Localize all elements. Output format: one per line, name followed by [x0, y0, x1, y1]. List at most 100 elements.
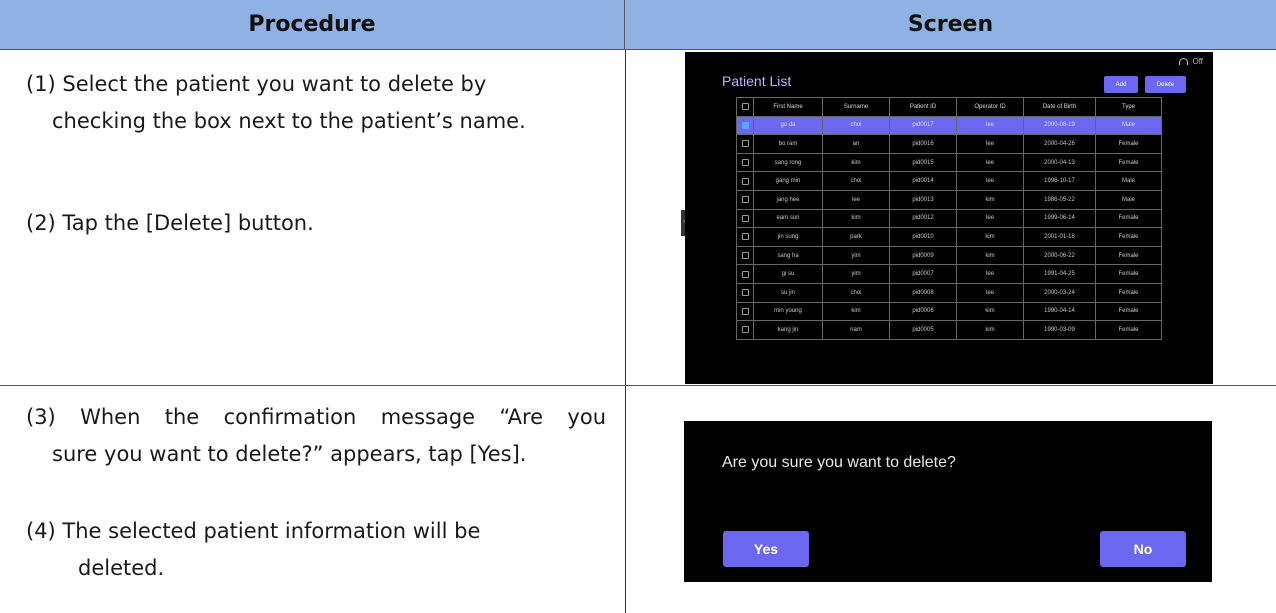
date-of-birth-cell: 1986-05-22: [1023, 189, 1096, 210]
first-name-cell: go da: [753, 115, 823, 136]
surname-cell: park: [822, 227, 890, 247]
row-checkbox[interactable]: [736, 171, 754, 191]
operator-id-cell: lee: [956, 115, 1024, 136]
operator-id-cell: lee: [956, 282, 1024, 303]
patient-id-cell: pid0006: [889, 301, 957, 322]
date-of-birth-cell: 1991-04-25: [1023, 264, 1096, 284]
first-name-cell: sang rong: [753, 152, 823, 173]
patient-id-cell: pid0014: [889, 171, 957, 191]
column-header: Date of Birth: [1023, 97, 1096, 117]
row-checkbox[interactable]: [736, 282, 754, 303]
type-cell: Female: [1095, 245, 1162, 266]
patient-id-cell: pid0005: [889, 320, 957, 340]
date-of-birth-cell: 2000-03-24: [1023, 282, 1096, 303]
patient-id-cell: pid0013: [889, 189, 957, 210]
operator-id-cell: kim: [956, 320, 1024, 340]
table-row[interactable]: bo ram an pid0016 lee 2000-04-26 Female: [736, 134, 1162, 154]
patient-id-cell: pid0007: [889, 264, 957, 284]
wifi-icon: [1179, 58, 1189, 65]
procedure-header: Procedure: [0, 0, 625, 50]
operator-id-cell: lee: [956, 264, 1024, 284]
surname-cell: lee: [822, 189, 890, 210]
column-divider: [625, 50, 626, 613]
surname-cell: nam: [822, 320, 890, 340]
patient-id-cell: pid0017: [889, 115, 957, 136]
table-row[interactable]: sang ha yim pid0009 kim 2000-06-22 Female: [736, 245, 1162, 266]
table-row[interactable]: kang jin nam pid0005 kim 1990-03-09 Female: [736, 320, 1162, 340]
surname-cell: yim: [822, 245, 890, 266]
table-row[interactable]: jin sung park pid0010 kim 2001-01-18 Female: [736, 227, 1162, 247]
surname-cell: an: [822, 134, 890, 154]
step-1-line-1: (1) Select the patient you want to delet…: [26, 72, 487, 96]
patient-id-cell: pid0015: [889, 152, 957, 173]
table-row[interactable]: go da choi pid0017 lee 2000-08-19 Male: [736, 115, 1162, 136]
type-cell: Female: [1095, 134, 1162, 154]
step-1-line-2: checking the box next to the patient’s n…: [52, 109, 526, 133]
date-of-birth-cell: 1990-03-09: [1023, 320, 1096, 340]
row-checkbox[interactable]: [736, 134, 754, 154]
surname-cell: yim: [822, 264, 890, 284]
date-of-birth-cell: 2001-01-18: [1023, 227, 1096, 247]
date-of-birth-cell: 2000-06-22: [1023, 245, 1096, 266]
add-button[interactable]: Add: [1104, 76, 1138, 93]
select-all-checkbox[interactable]: [736, 97, 754, 117]
column-header: First Name: [753, 97, 823, 117]
checkbox-icon: [741, 196, 749, 204]
row-checkbox[interactable]: [736, 227, 754, 247]
patient-list-title: Patient List: [722, 73, 792, 89]
table-row[interactable]: min young kim pid0006 kim 1990-04-14 Female: [736, 301, 1162, 322]
row-checkbox[interactable]: [736, 189, 754, 210]
checkbox-icon: [741, 214, 749, 222]
checkbox-icon: [741, 270, 749, 278]
type-cell: Female: [1095, 264, 1162, 284]
procedure-table: Procedure Screen (1) Select the patient …: [0, 0, 1276, 613]
no-button[interactable]: No: [1100, 531, 1186, 567]
date-of-birth-cell: 2000-04-13: [1023, 152, 1096, 173]
table-row[interactable]: sang rong kim pid0015 lee 2000-04-13 Female: [736, 152, 1162, 173]
row-checkbox[interactable]: [736, 152, 754, 173]
patient-table: First Name Surname Patient ID Operator I…: [736, 97, 1162, 340]
checkbox-icon: [741, 252, 749, 259]
dialog-message: Are you sure you want to delete?: [722, 454, 956, 471]
step-2: (2) Tap the [Delete] button.: [26, 211, 314, 235]
patient-id-cell: pid0008: [889, 282, 957, 303]
row-checkbox[interactable]: [736, 320, 754, 340]
step-4-line-1: (4) The selected patient information wil…: [26, 519, 481, 543]
checkbox-icon: [741, 307, 749, 315]
column-header: Patient ID: [889, 97, 957, 117]
operator-id-cell: lee: [956, 152, 1024, 173]
date-of-birth-cell: 2000-08-19: [1023, 115, 1096, 136]
step-3-line-1: (3) When the confirmation message “Are y…: [26, 405, 606, 429]
patient-id-cell: pid0016: [889, 134, 957, 154]
row-checkbox[interactable]: [736, 301, 754, 322]
table-row[interactable]: gang min choi pid0014 lee 1996-10-17 Male: [736, 171, 1162, 191]
surname-cell: choi: [822, 282, 890, 303]
row-checkbox[interactable]: [736, 245, 754, 266]
checkbox-icon: [741, 159, 749, 167]
column-header: Surname: [822, 97, 890, 117]
first-name-cell: eam sun: [753, 208, 823, 229]
type-cell: Male: [1095, 189, 1162, 210]
type-cell: Female: [1095, 152, 1162, 173]
table-row[interactable]: su jin choi pid0008 lee 2000-03-24 Female: [736, 282, 1162, 303]
first-name-cell: kang jin: [753, 320, 823, 340]
table-row[interactable]: eam sun kim pid0012 lee 1999-06-14 Female: [736, 208, 1162, 229]
table-header-row: First Name Surname Patient ID Operator I…: [736, 97, 1162, 117]
operator-id-cell: lee: [956, 171, 1024, 191]
first-name-cell: jin sung: [753, 227, 823, 247]
patient-id-cell: pid0010: [889, 227, 957, 247]
table-row[interactable]: jang hee lee pid0013 kim 1986-05-22 Male: [736, 189, 1162, 210]
step-4-line-2: deleted.: [78, 556, 165, 580]
row-checkbox[interactable]: [736, 264, 754, 284]
surname-cell: kim: [822, 152, 890, 173]
first-name-cell: sang ha: [753, 245, 823, 266]
row-checkbox[interactable]: [736, 208, 754, 229]
row-checkbox[interactable]: [736, 115, 754, 136]
table-row[interactable]: gi su yim pid0007 lee 1991-04-25 Female: [736, 264, 1162, 284]
type-cell: Female: [1095, 227, 1162, 247]
patient-list-screen: Off Patient List Add Delete First Name S…: [685, 52, 1213, 384]
yes-button[interactable]: Yes: [723, 531, 809, 567]
step-4: (4) The selected patient information wil…: [26, 513, 480, 587]
operator-id-cell: kim: [956, 301, 1024, 322]
delete-button[interactable]: Delete: [1145, 76, 1186, 93]
